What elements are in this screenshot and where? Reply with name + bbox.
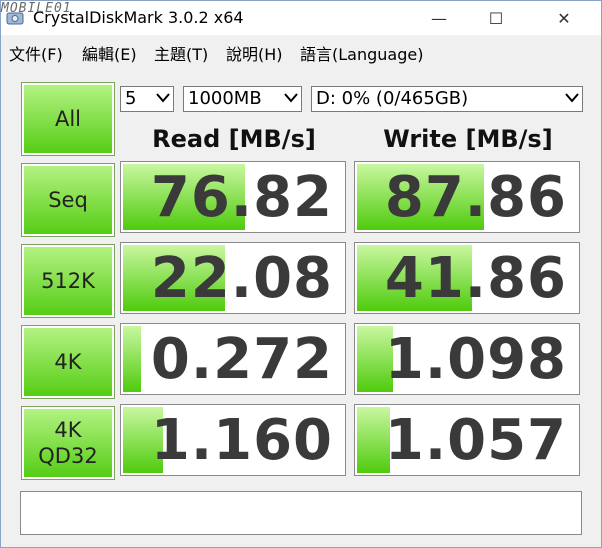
status-field — [20, 491, 582, 535]
4k-button-label: 4K — [54, 349, 82, 374]
4k-read-value: 0.272 — [150, 326, 333, 392]
seq-button-label: Seq — [48, 187, 88, 212]
4k-button[interactable]: 4K — [21, 325, 115, 399]
512k-read-cell: 22.08 — [120, 242, 346, 314]
4k-qd32-read-cell: 1.160 — [120, 404, 346, 476]
watermark-logo: MOBILE01 — [1, 1, 72, 16]
menu-language[interactable]: 語言(Language) — [300, 41, 423, 65]
seq-read-cell: 76.82 — [120, 161, 346, 233]
4k-write-cell: 1.098 — [354, 323, 580, 395]
menu-file[interactable]: 文件(F) — [9, 41, 63, 65]
chevron-down-icon — [156, 93, 170, 103]
all-button[interactable]: All — [21, 82, 115, 156]
4k-qd32-button[interactable]: 4K QD32 — [21, 406, 115, 480]
app-window: CrystalDiskMark 3.0.2 x64 MOBILE01 — ☐ ✕… — [0, 0, 602, 548]
512k-write-value: 41.86 — [384, 245, 567, 311]
4k-read-cell: 0.272 — [120, 323, 346, 395]
test-size-value: 1000MB — [188, 88, 262, 109]
4k-qd32-write-cell: 1.057 — [354, 404, 580, 476]
all-button-label: All — [54, 106, 82, 131]
seq-write-cell: 87.86 — [354, 161, 580, 233]
menu-help[interactable]: 說明(H) — [226, 41, 283, 65]
close-button[interactable]: ✕ — [541, 1, 587, 35]
minimize-button[interactable]: — — [416, 1, 462, 35]
seq-read-value: 76.82 — [150, 164, 333, 230]
512k-read-value: 22.08 — [150, 245, 333, 311]
read-header: Read [MB/s] — [152, 125, 316, 153]
menu-bar: 文件(F) 編輯(E) 主題(T) 說明(H) 語言(Language) — [1, 37, 601, 65]
menu-edit[interactable]: 編輯(E) — [82, 41, 137, 65]
4k-qd32-write-value: 1.057 — [384, 407, 567, 473]
4k-write-value: 1.098 — [384, 326, 567, 392]
drive-select[interactable]: D: 0% (0/465GB) — [311, 86, 583, 112]
drive-value: D: 0% (0/465GB) — [316, 88, 469, 109]
menu-theme[interactable]: 主題(T) — [154, 41, 208, 65]
4k-qd32-button-label: 4K — [54, 417, 82, 442]
seq-write-value: 87.86 — [384, 164, 567, 230]
chevron-down-icon — [565, 93, 579, 103]
4k-qd32-button-sublabel: QD32 — [38, 444, 98, 468]
test-count-select[interactable]: 5 — [120, 86, 174, 112]
write-header: Write [MB/s] — [383, 125, 553, 153]
seq-button[interactable]: Seq — [21, 163, 115, 237]
test-size-select[interactable]: 1000MB — [183, 86, 302, 112]
4k-qd32-read-value: 1.160 — [150, 407, 333, 473]
4k-read-bar — [123, 326, 141, 392]
maximize-button[interactable]: ☐ — [473, 1, 519, 35]
chevron-down-icon — [284, 93, 298, 103]
title-bar: CrystalDiskMark 3.0.2 x64 MOBILE01 — ☐ ✕ — [1, 1, 601, 35]
512k-button-label: 512K — [41, 268, 95, 293]
512k-button[interactable]: 512K — [21, 244, 115, 318]
512k-write-cell: 41.86 — [354, 242, 580, 314]
test-count-value: 5 — [125, 88, 137, 109]
